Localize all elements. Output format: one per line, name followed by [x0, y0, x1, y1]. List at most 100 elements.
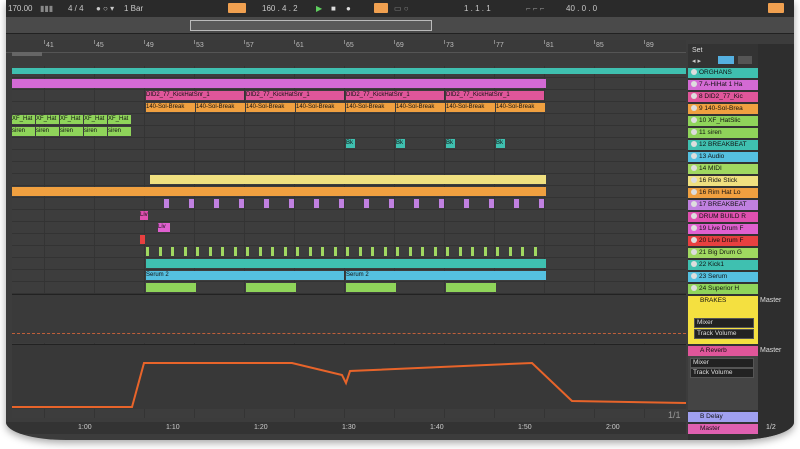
clip-big-drum[interactable] — [358, 247, 362, 256]
track-activator-icon[interactable] — [691, 273, 697, 279]
clip-serum[interactable]: Serum 2 — [346, 271, 546, 280]
beat-ruler[interactable]: 41 45 49 53 57 61 65 69 73 77 81 85 89 — [6, 40, 686, 53]
track-activator-icon[interactable] — [691, 213, 697, 219]
clip-big-drum[interactable] — [383, 247, 387, 256]
brakes-volume-select[interactable]: Track Volume — [694, 329, 754, 339]
clip-breakbeat-17[interactable] — [364, 199, 369, 208]
lock-icon[interactable] — [738, 56, 752, 64]
track-activator-icon[interactable] — [691, 153, 697, 159]
clip-breakbeat[interactable]: Bk — [346, 139, 355, 148]
track-activator-icon[interactable] — [691, 201, 697, 207]
clip-kick[interactable]: DID2_77_KickHatSnr_1 — [446, 91, 544, 100]
clip-big-drum[interactable] — [433, 247, 437, 256]
clip-superior[interactable] — [446, 283, 496, 292]
track-header[interactable]: 23 Serum — [688, 272, 758, 282]
tempo-display[interactable]: 170.00 — [8, 4, 32, 13]
delay-header[interactable]: B Delay — [688, 412, 758, 422]
clip-break[interactable]: 140-Sol-Break — [196, 103, 245, 112]
clip-big-drum[interactable] — [308, 247, 312, 256]
clip-breakbeat-17[interactable] — [339, 199, 344, 208]
clip-break[interactable]: 140-Sol-Break — [396, 103, 445, 112]
track-header[interactable]: 21 Big Drum G — [688, 248, 758, 258]
track-header[interactable]: 16 Ride Stick — [688, 176, 758, 186]
track-header[interactable]: 9 140-Sol-Brea — [688, 104, 758, 114]
loop-length[interactable]: 40 . 0 . 0 — [566, 4, 597, 13]
key-map-button[interactable] — [768, 3, 784, 13]
track-header[interactable]: 14 MIDI — [688, 164, 758, 174]
clip-breakbeat-17[interactable] — [414, 199, 419, 208]
clip-breakbeat-17[interactable] — [239, 199, 244, 208]
track-activator-icon[interactable] — [691, 93, 697, 99]
clip-big-drum[interactable] — [221, 247, 224, 256]
time-signature[interactable]: 4 / 4 — [68, 4, 84, 13]
track-activator-icon[interactable] — [691, 261, 697, 267]
clip-superior[interactable] — [346, 283, 396, 292]
clip-drum-build[interactable]: Liv — [140, 211, 148, 220]
track-header[interactable]: 8 DID2_77_Kic — [688, 92, 758, 102]
scroll-arrows-icon[interactable]: ◂ ▸ — [692, 57, 701, 65]
clip-big-drum[interactable] — [196, 247, 199, 256]
clip-xf-hat[interactable]: XF_Hat — [12, 115, 35, 124]
master-header[interactable]: Master — [688, 424, 758, 434]
clip-xf-hat[interactable]: XF_Hat — [60, 115, 83, 124]
clip-breakbeat[interactable]: Bk — [446, 139, 455, 148]
clip-big-drum[interactable] — [471, 247, 474, 256]
draw-mode-button[interactable] — [374, 3, 388, 13]
quantize-select[interactable]: 1 Bar — [124, 4, 143, 13]
clip-big-drum[interactable] — [521, 247, 524, 256]
reverb-automation[interactable] — [12, 345, 687, 409]
track-header[interactable]: 11 siren — [688, 128, 758, 138]
track-activator-icon[interactable] — [691, 105, 697, 111]
clip-big-drum[interactable] — [446, 247, 449, 256]
clip-big-drum[interactable] — [233, 247, 237, 256]
clip-big-drum[interactable] — [371, 247, 374, 256]
track-activator-icon[interactable] — [691, 129, 697, 135]
reverb-mixer-select[interactable]: Mixer — [690, 358, 754, 368]
track-activator-icon[interactable] — [691, 69, 697, 75]
clip-superior[interactable] — [246, 283, 296, 292]
clip-break[interactable]: 140-Sol-Break — [146, 103, 195, 112]
clip-xf-hat[interactable]: XF_Hat — [36, 115, 59, 124]
clip-big-drum[interactable] — [146, 247, 149, 256]
automation-envelope[interactable] — [12, 361, 687, 408]
loop-icon[interactable]: ▭ ○ — [394, 4, 409, 13]
clip-break[interactable]: 140-Sol-Break — [246, 103, 295, 112]
track-activator-icon[interactable] — [691, 285, 697, 291]
track-header[interactable]: 13 Audio — [688, 152, 758, 162]
clip-rim[interactable] — [12, 187, 546, 196]
track-activator-icon[interactable] — [691, 237, 697, 243]
track-header[interactable]: 20 Live Drum F — [688, 236, 758, 246]
tap-icon[interactable]: ▮▮▮ — [40, 4, 53, 13]
track-header[interactable]: 17 BREAKBEAT — [688, 200, 758, 210]
clip-superior[interactable] — [146, 283, 196, 292]
punch-icons[interactable]: ⌐ ⌐ ⌐ — [526, 4, 544, 13]
clip-breakbeat-17[interactable] — [389, 199, 394, 208]
clip-live-drum[interactable]: Liv — [158, 223, 170, 232]
clip-big-drum[interactable] — [158, 247, 162, 256]
track-activator-icon[interactable] — [691, 225, 697, 231]
track-header[interactable]: 12 BREAKBEAT — [688, 140, 758, 150]
clip-breakbeat-17[interactable] — [489, 199, 494, 208]
track-activator-icon[interactable] — [691, 177, 697, 183]
clip-breakbeat-17[interactable] — [164, 199, 169, 208]
clip-big-drum[interactable] — [533, 247, 537, 256]
metronome-icon[interactable]: ● ○ ▾ — [96, 4, 114, 13]
track-activator-icon[interactable] — [691, 165, 697, 171]
clip-xf-hat[interactable]: XF_Hat — [108, 115, 131, 124]
clip-siren[interactable]: siren — [60, 127, 83, 136]
reverb-lane[interactable] — [12, 344, 687, 409]
track-header[interactable]: 16 Rim Hat Lo — [688, 188, 758, 198]
clip-kick[interactable]: DID2_77_KickHatSnr_1 — [146, 91, 244, 100]
track-header[interactable]: 24 Superior H — [688, 284, 758, 294]
clip-big-drum[interactable] — [183, 247, 187, 256]
clip-xf-hat[interactable]: XF_Hat — [84, 115, 107, 124]
clip-siren[interactable]: siren — [36, 127, 59, 136]
track-header[interactable]: 19 Live Drum F — [688, 224, 758, 234]
clip-breakbeat-17[interactable] — [214, 199, 219, 208]
track-header[interactable]: 10 XF_HatSlic — [688, 116, 758, 126]
clip-kick[interactable]: DID2_77_KickHatSnr_1 — [246, 91, 344, 100]
clip-breakbeat-17[interactable] — [539, 199, 544, 208]
clip-breakbeat-17[interactable] — [289, 199, 294, 208]
clip-live-drum-red[interactable] — [140, 235, 145, 244]
clip-break[interactable]: 140-Sol-Break — [496, 103, 545, 112]
